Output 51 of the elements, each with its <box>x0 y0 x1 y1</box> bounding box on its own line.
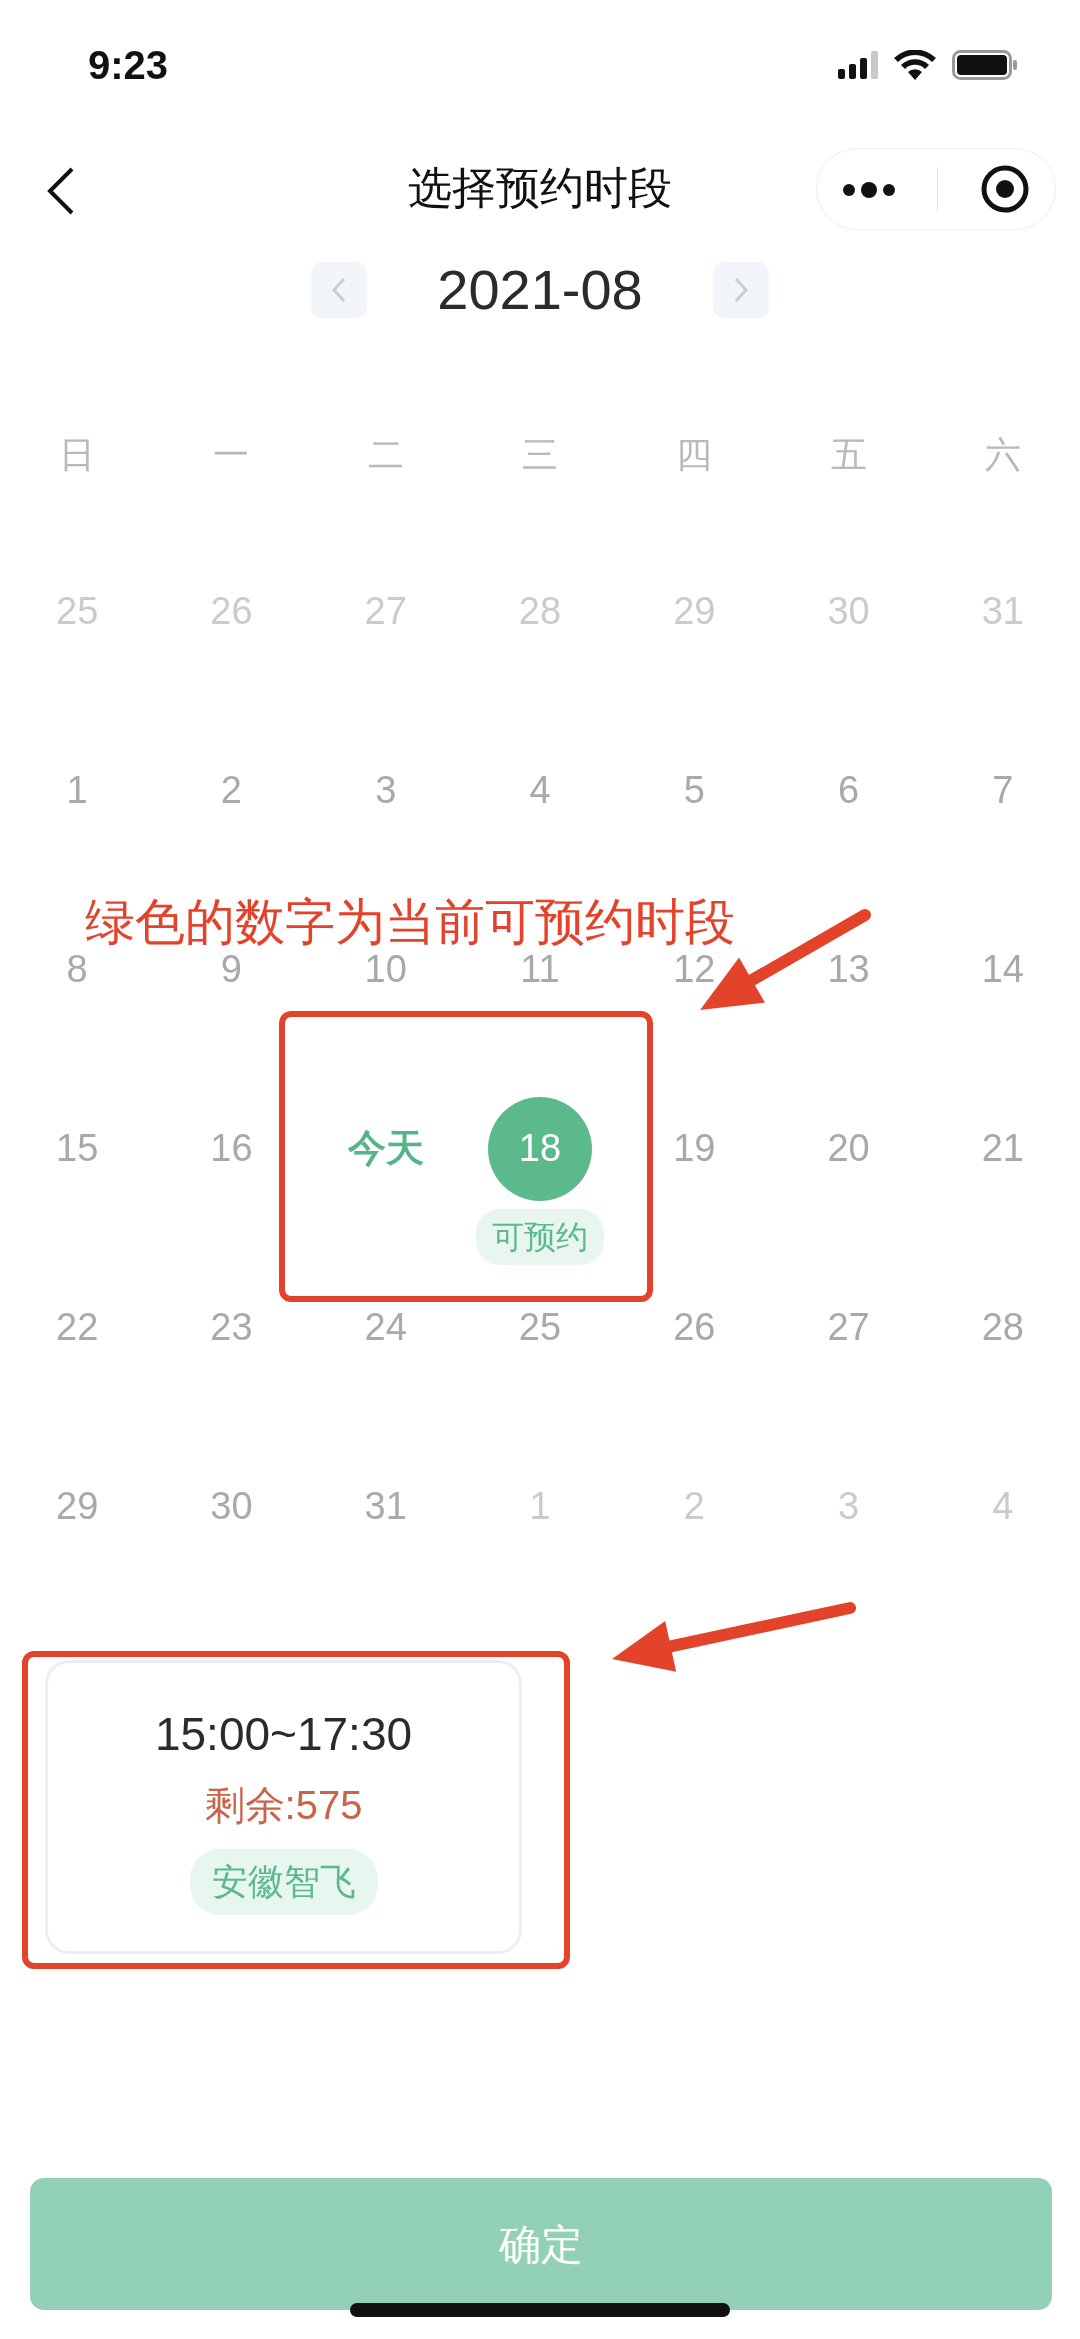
weekday-label: 三 <box>521 433 559 477</box>
remaining-count: 剩余:575 <box>204 1781 363 1829</box>
weekday-label: 一 <box>212 433 251 477</box>
time-slot-card[interactable]: 15:00~17:30 剩余:575 安徽智飞 <box>45 1660 522 1954</box>
calendar-day[interactable]: 31 <box>364 1478 407 1535</box>
calendar-day[interactable]: 7 <box>992 762 1014 819</box>
calendar-day[interactable]: 30 <box>210 1478 253 1535</box>
calendar-day[interactable]: 18 <box>488 1096 592 1201</box>
battery-icon <box>952 50 1018 80</box>
calendar-day[interactable]: 4 <box>529 762 551 819</box>
calendar-day[interactable]: 26 <box>673 1299 716 1356</box>
more-icon <box>841 181 896 198</box>
calendar-day[interactable]: 1 <box>66 762 88 819</box>
calendar-day[interactable]: 24 <box>364 1299 407 1356</box>
chevron-left-icon <box>331 276 348 304</box>
chevron-right-icon <box>732 276 749 304</box>
calendar-day[interactable]: 13 <box>827 941 870 998</box>
calendar-day[interactable]: 23 <box>210 1299 253 1356</box>
calendar-day[interactable]: 3 <box>375 762 397 819</box>
availability-tag: 可预约 <box>476 1208 604 1265</box>
calendar-day[interactable]: 16 <box>210 1120 253 1177</box>
page-title: 选择预约时段 <box>408 161 672 214</box>
calendar-day[interactable]: 22 <box>56 1299 99 1356</box>
calendar-day[interactable]: 20 <box>827 1120 870 1177</box>
slot-time: 15:00~17:30 <box>154 1706 413 1762</box>
status-time: 9:23 <box>88 42 169 89</box>
calendar-day[interactable]: 2 <box>220 762 242 819</box>
calendar-day[interactable]: 27 <box>827 1299 870 1356</box>
target-icon <box>980 164 1031 214</box>
calendar-day[interactable]: 29 <box>56 1478 99 1535</box>
calendar-day[interactable]: 8 <box>66 941 88 998</box>
month-label: 2021-08 <box>437 257 643 323</box>
weekday-label: 日 <box>58 433 97 477</box>
calendar-day[interactable]: 21 <box>981 1120 1024 1177</box>
calendar-day[interactable]: 15 <box>56 1120 99 1177</box>
today-label[interactable]: 今天 <box>347 1120 424 1177</box>
wifi-icon <box>894 50 936 80</box>
weekday-label: 六 <box>983 433 1022 477</box>
calendar-day[interactable]: 14 <box>981 941 1024 998</box>
calendar-day[interactable]: 19 <box>673 1120 716 1177</box>
weekday-label: 四 <box>675 433 714 477</box>
signal-icon <box>838 51 878 79</box>
calendar-day[interactable]: 28 <box>981 1299 1024 1356</box>
weekday-label: 五 <box>829 433 868 477</box>
weekday-label: 二 <box>366 433 405 477</box>
calendar-day[interactable]: 25 <box>518 1299 562 1356</box>
back-icon <box>46 166 76 216</box>
calendar-day[interactable]: 5 <box>683 762 705 819</box>
calendar-day[interactable]: 6 <box>838 762 860 819</box>
site-tag: 安徽智飞 <box>189 1848 378 1915</box>
annotation-note: 绿色的数字为当前可预约时段 <box>85 893 735 952</box>
